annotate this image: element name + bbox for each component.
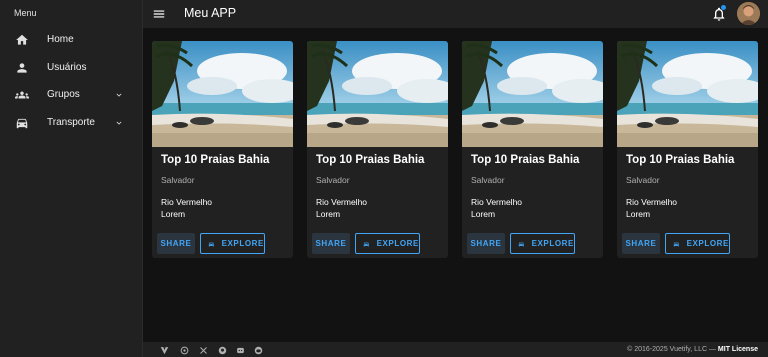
car-icon — [673, 241, 679, 246]
sidebar-item-usuarios[interactable]: Usuários — [0, 54, 142, 82]
reddit-icon[interactable] — [254, 346, 263, 355]
card-title: Top 10 Praias Bahia — [471, 154, 580, 166]
card-subtitle: Salvador — [471, 175, 505, 185]
footer: © 2016-2025 Vuetify, LLC — MIT License — [143, 342, 768, 357]
chevron-down-icon[interactable] — [114, 90, 124, 100]
person-icon — [17, 62, 27, 73]
share-button[interactable]: SHARE — [467, 233, 505, 254]
home-icon — [16, 34, 28, 45]
x-icon[interactable] — [199, 346, 208, 355]
car-icon — [518, 241, 524, 246]
card-image-beach — [462, 41, 603, 147]
card-text-line: Rio Vermelho — [471, 197, 523, 207]
card-subtitle: Salvador — [626, 175, 660, 185]
sidebar-item-label: Grupos — [47, 89, 80, 101]
sidebar-item-label: Home — [47, 34, 74, 46]
explore-button[interactable]: EXPLORE — [200, 233, 265, 254]
app-root: Menu Home Usuários Grupos Transporte Meu… — [0, 0, 768, 357]
card-title: Top 10 Praias Bahia — [626, 154, 735, 166]
github-icon[interactable] — [218, 346, 227, 355]
sidebar-item-label: Usuários — [47, 61, 87, 73]
explore-button[interactable]: EXPLORE — [355, 233, 420, 254]
explore-button-label: EXPLORE — [531, 239, 574, 248]
card: Top 10 Praias Bahia Salvador Rio Vermelh… — [152, 41, 293, 258]
sidebar-header: Menu — [14, 8, 37, 18]
discord-icon[interactable] — [236, 346, 245, 355]
navigation-drawer: Menu Home Usuários Grupos Transporte — [0, 0, 143, 357]
card-text-line: Rio Vermelho — [316, 197, 368, 207]
card-text-line: Rio Vermelho — [161, 197, 213, 207]
card: Top 10 Praias Bahia Salvador Rio Vermelh… — [617, 41, 758, 258]
app-title: Meu APP — [184, 6, 237, 20]
avatar-image — [737, 2, 760, 25]
car-icon — [363, 241, 369, 246]
share-button[interactable]: SHARE — [312, 233, 350, 254]
card-text-line: Lorem — [471, 209, 496, 219]
card-title: Top 10 Praias Bahia — [161, 154, 270, 166]
sidebar-item-home[interactable]: Home — [0, 26, 142, 54]
explore-button-label: EXPLORE — [376, 239, 419, 248]
card: Top 10 Praias Bahia Salvador Rio Vermelh… — [307, 41, 448, 258]
card-image-beach — [307, 41, 448, 147]
explore-button-label: EXPLORE — [686, 239, 729, 248]
car-icon — [16, 118, 28, 128]
card-subtitle: Salvador — [316, 175, 350, 185]
card-text-line: Lorem — [316, 209, 341, 219]
share-button[interactable]: SHARE — [622, 233, 660, 254]
explore-button[interactable]: EXPLORE — [665, 233, 730, 254]
card-text-line: Lorem — [626, 209, 651, 219]
sidebar-item-transporte[interactable]: Transporte — [0, 109, 142, 137]
card-image-beach — [617, 41, 758, 147]
sidebar-item-grupos[interactable]: Grupos — [0, 81, 142, 109]
group-icon — [15, 91, 29, 99]
chevron-down-icon[interactable] — [114, 118, 124, 128]
explore-button-label: EXPLORE — [221, 239, 264, 248]
card-subtitle: Salvador — [161, 175, 195, 185]
app-bar: Meu APP — [143, 0, 768, 28]
shield-icon[interactable] — [180, 346, 189, 355]
card-image-beach — [152, 41, 293, 147]
license-link[interactable]: MIT License — [718, 346, 758, 353]
avatar[interactable] — [737, 2, 760, 25]
main-content: Top 10 Praias Bahia Salvador Rio Vermelh… — [143, 28, 768, 342]
card-text-line: Rio Vermelho — [626, 197, 678, 207]
car-icon — [208, 241, 214, 246]
card: Top 10 Praias Bahia Salvador Rio Vermelh… — [462, 41, 603, 258]
vuetify-logo-icon[interactable] — [159, 346, 170, 355]
hamburger-menu-icon[interactable] — [152, 7, 166, 21]
explore-button[interactable]: EXPLORE — [510, 233, 575, 254]
card-title: Top 10 Praias Bahia — [316, 154, 425, 166]
copyright-text: © 2016-2025 Vuetify, LLC — — [627, 346, 716, 353]
notification-badge — [721, 5, 726, 10]
card-text-line: Lorem — [161, 209, 186, 219]
share-button[interactable]: SHARE — [157, 233, 195, 254]
footer-copyright: © 2016-2025 Vuetify, LLC — MIT License — [627, 346, 758, 353]
sidebar-item-label: Transporte — [47, 116, 95, 128]
